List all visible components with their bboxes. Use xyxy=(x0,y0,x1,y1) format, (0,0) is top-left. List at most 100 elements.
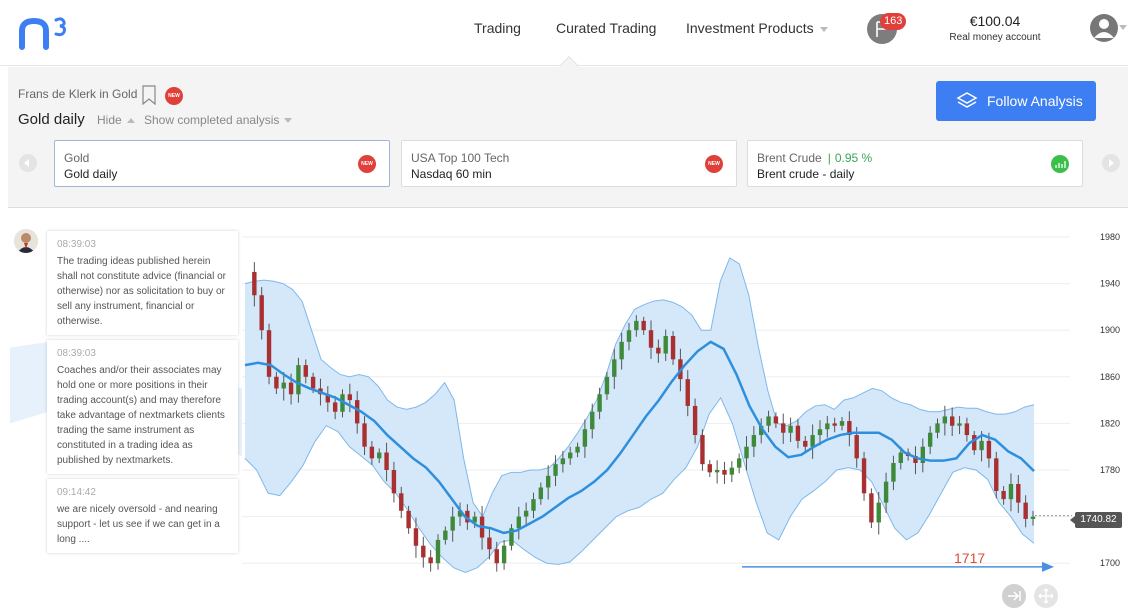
card-market: Brent Crude | 0.95 % xyxy=(757,151,872,165)
y-tick-label: 1820 xyxy=(1100,418,1120,428)
support-level-label: 1717 xyxy=(954,550,985,566)
candle-body xyxy=(303,365,308,377)
candle-body xyxy=(810,435,815,447)
candle-body xyxy=(619,341,624,360)
new-badge: NEW xyxy=(165,87,183,105)
candle-body xyxy=(685,379,690,406)
nav-curated-trading[interactable]: Curated Trading xyxy=(556,20,656,36)
candle-body xyxy=(1023,502,1028,519)
candle-body xyxy=(428,557,433,564)
candle-body xyxy=(634,320,639,331)
candle-body xyxy=(516,516,521,529)
show-completed-dropdown[interactable]: Show completed analysis xyxy=(144,113,292,127)
candle-body xyxy=(795,425,801,441)
candle-body xyxy=(406,510,411,529)
scroll-to-end-button[interactable] xyxy=(1002,584,1026,608)
candle-body xyxy=(575,446,580,453)
nextmarkets-logo[interactable] xyxy=(18,14,78,54)
fullscreen-button[interactable] xyxy=(1034,584,1058,608)
candle-body xyxy=(729,467,735,475)
candle-body xyxy=(994,458,999,491)
carousel-prev-button[interactable] xyxy=(19,154,37,172)
last-price-tag: 1740.82 xyxy=(1070,512,1122,528)
candle-body xyxy=(435,539,441,564)
candle-body xyxy=(979,440,984,451)
candle-body xyxy=(597,394,602,412)
candle-body xyxy=(1001,490,1006,500)
y-tick-label: 1940 xyxy=(1100,279,1120,289)
layers-icon xyxy=(956,92,978,108)
y-tick-label: 1700 xyxy=(1100,558,1120,568)
candle-body xyxy=(281,382,286,389)
candle-body xyxy=(531,499,536,511)
candle-body xyxy=(788,425,793,433)
coach-avatar[interactable] xyxy=(14,229,38,253)
candle-body xyxy=(817,429,823,436)
candle-body xyxy=(648,330,654,348)
candle-body xyxy=(487,537,492,550)
candle-body xyxy=(935,423,940,433)
candle-body xyxy=(568,452,573,459)
candle-body xyxy=(582,429,588,447)
feed-message: 09:14:42 we are nicely oversold - and ne… xyxy=(47,479,238,553)
chevron-down-icon[interactable] xyxy=(1119,25,1127,31)
price-chart[interactable]: 198019401900186018201780174017001717 08:… xyxy=(0,209,1128,612)
notifications-badge: 163 xyxy=(880,13,907,30)
candle-body xyxy=(369,446,375,459)
follow-analysis-button[interactable]: Follow Analysis xyxy=(936,81,1096,121)
candle-body xyxy=(590,411,595,430)
nav-investment-products[interactable]: Investment Products xyxy=(686,20,828,36)
follow-analysis-label: Follow Analysis xyxy=(987,93,1083,109)
candle-body xyxy=(876,502,881,523)
candle-body xyxy=(663,336,668,354)
card-change: 0.95 % xyxy=(834,151,873,165)
candle-body xyxy=(494,549,499,564)
y-tick-label: 1780 xyxy=(1100,465,1120,475)
analysis-card-nasdaq[interactable]: USA Top 100 Tech Nasdaq 60 min NEW xyxy=(401,140,737,187)
candle-body xyxy=(1008,483,1014,500)
candle-body xyxy=(927,432,933,447)
candle-body xyxy=(523,510,529,517)
candle-body xyxy=(825,423,830,430)
analysis-card-gold[interactable]: Gold Gold daily NEW xyxy=(54,140,390,187)
candle-body xyxy=(986,440,992,459)
candle-body xyxy=(898,452,903,464)
candle-body xyxy=(501,545,507,564)
message-time: 08:39:03 xyxy=(57,239,96,250)
candle-body xyxy=(700,435,705,465)
candle-body xyxy=(421,545,426,558)
account-balance[interactable]: €100.04 xyxy=(950,13,1040,29)
candle-body xyxy=(722,470,727,475)
candle-body xyxy=(692,405,698,436)
candle-body xyxy=(766,416,771,426)
candle-body xyxy=(391,470,397,494)
nav-trading[interactable]: Trading xyxy=(474,20,521,36)
hide-toggle[interactable]: Hide xyxy=(97,113,135,127)
candle-body xyxy=(296,365,301,395)
candle-body xyxy=(861,458,867,494)
new-badge: NEW xyxy=(358,155,376,173)
breadcrumb[interactable]: Frans de Klerk in Gold xyxy=(18,87,137,101)
bookmark-icon[interactable] xyxy=(142,85,156,105)
feed-message: 08:39:03 The trading ideas published her… xyxy=(47,231,238,335)
candle-body xyxy=(891,463,896,482)
y-tick-label: 1860 xyxy=(1100,372,1120,382)
carousel-next-button[interactable] xyxy=(1102,154,1120,172)
message-text: we are nicely oversold - and nearing sup… xyxy=(57,504,220,545)
candle-body xyxy=(839,421,845,426)
page-title: Gold daily xyxy=(18,111,85,128)
feed-message: 08:39:03 Coaches and/or their associates… xyxy=(47,340,238,474)
candle-body xyxy=(656,347,661,354)
user-avatar-icon[interactable] xyxy=(1090,14,1118,42)
candle-body xyxy=(384,452,389,470)
candle-body xyxy=(781,423,786,433)
candle-body xyxy=(641,320,646,331)
candle-body xyxy=(399,493,404,511)
candle-body xyxy=(347,394,353,401)
analysis-card-brent[interactable]: Brent Crude | 0.95 % Brent crude - daily xyxy=(747,140,1083,187)
card-market: USA Top 100 Tech xyxy=(411,151,510,165)
candle-body xyxy=(274,376,279,389)
chart-up-icon xyxy=(1051,155,1069,173)
candle-body xyxy=(626,330,632,342)
new-badge: NEW xyxy=(705,155,723,173)
